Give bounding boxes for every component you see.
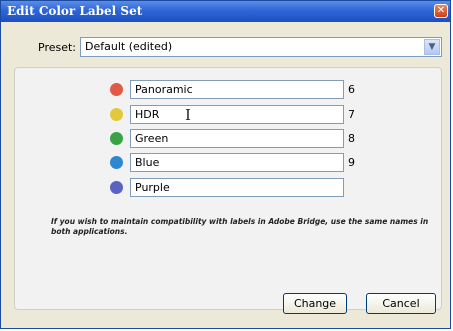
- chevron-down-icon[interactable]: ▼: [424, 39, 440, 55]
- cancel-button[interactable]: Cancel: [366, 293, 436, 314]
- change-button[interactable]: Change: [283, 293, 347, 314]
- label-color-dot: [110, 181, 123, 194]
- window-title: Edit Color Label Set: [7, 4, 143, 18]
- close-icon: ✕: [436, 5, 446, 16]
- preset-label: Preset:: [38, 41, 77, 54]
- preset-dropdown[interactable]: Default (edited) ▼: [80, 37, 442, 57]
- compatibility-note: If you wish to maintain compatibility wi…: [51, 217, 429, 236]
- label-name-field[interactable]: Green: [130, 129, 344, 148]
- label-name-field[interactable]: Blue: [130, 153, 344, 172]
- label-name-field[interactable]: Panoramic: [130, 80, 344, 99]
- close-button[interactable]: ✕: [434, 4, 448, 18]
- preset-value: Default (edited): [85, 40, 173, 53]
- label-color-dot: [110, 108, 123, 121]
- label-color-dot: [110, 156, 123, 169]
- label-name-field[interactable]: Purple: [130, 178, 344, 197]
- label-shortcut-number: 7: [348, 108, 355, 121]
- label-color-dot: [110, 132, 123, 145]
- edit-color-label-dialog: Edit Color Label Set ✕ Preset: Default (…: [0, 0, 451, 329]
- label-name-field[interactable]: HDR: [130, 105, 344, 124]
- label-color-dot: [110, 83, 123, 96]
- text-cursor-icon: I: [185, 106, 191, 124]
- label-shortcut-number: 6: [348, 83, 355, 96]
- label-shortcut-number: 8: [348, 132, 355, 145]
- label-shortcut-number: 9: [348, 156, 355, 169]
- title-bar: Edit Color Label Set ✕: [1, 1, 450, 22]
